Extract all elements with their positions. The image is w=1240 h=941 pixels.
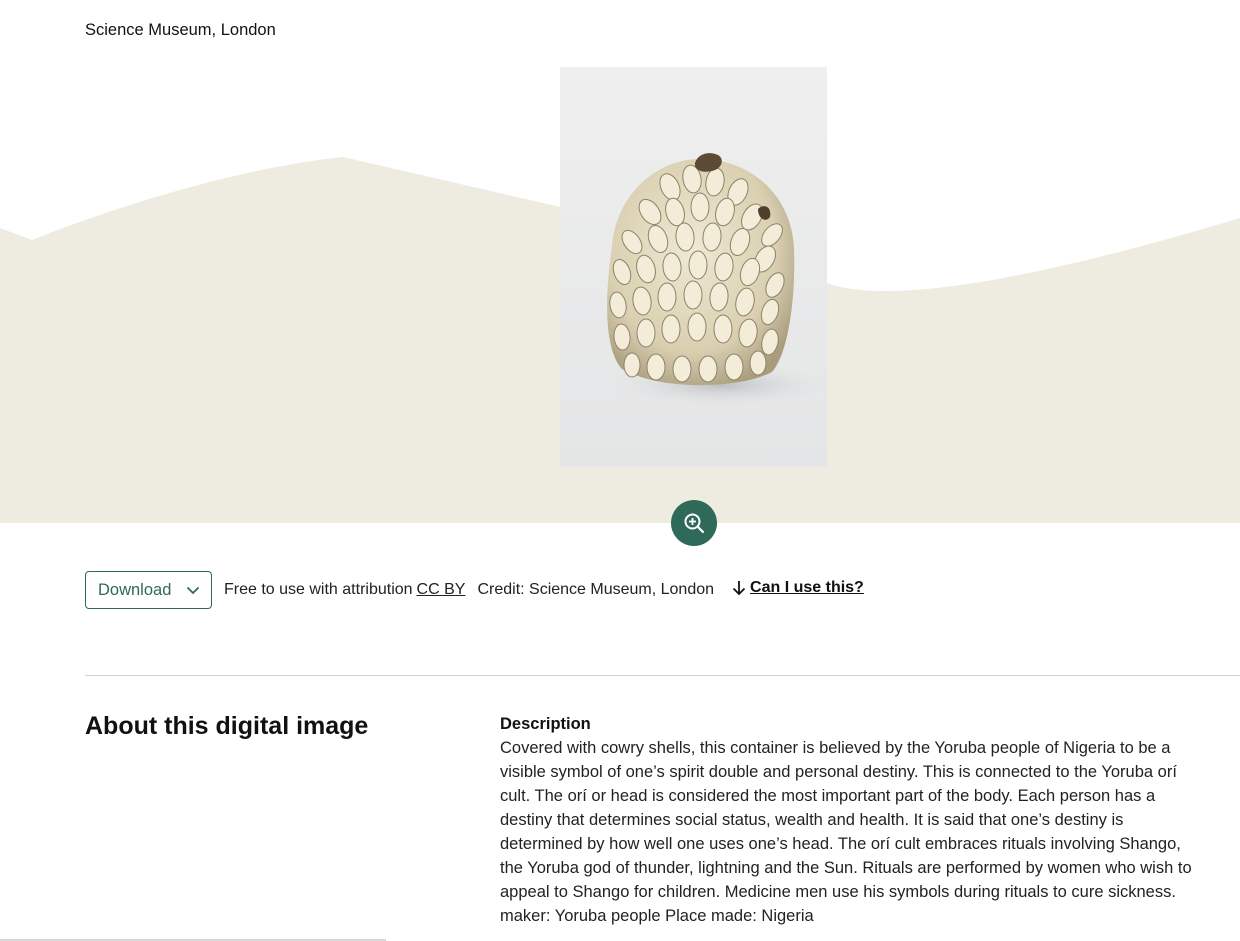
can-i-use-this-label: Can I use this? <box>750 578 864 596</box>
can-i-use-this-link[interactable]: Can I use this? <box>732 579 864 597</box>
section-divider <box>85 675 1240 676</box>
download-button[interactable]: Download <box>85 571 212 609</box>
arrow-down-icon <box>732 580 746 595</box>
license-text: Free to use with attribution <box>224 581 413 598</box>
download-label: Download <box>98 580 172 599</box>
description-label: Description <box>500 715 591 733</box>
rights-bar: Download Free to use with attribution CC… <box>85 571 864 609</box>
credit-text: Credit: Science Museum, London <box>477 581 715 598</box>
license-link[interactable]: CC BY <box>417 581 466 599</box>
zoom-button[interactable] <box>671 500 717 546</box>
maker-line: maker: Yoruba people Place made: Nigeria <box>500 907 814 925</box>
description-text: Covered with cowry shells, this containe… <box>500 739 1192 901</box>
object-image[interactable] <box>560 67 827 467</box>
zoom-in-icon <box>684 513 705 534</box>
cowry-container-image <box>560 67 827 467</box>
about-heading: About this digital image <box>85 712 369 740</box>
chevron-down-icon <box>186 586 200 594</box>
